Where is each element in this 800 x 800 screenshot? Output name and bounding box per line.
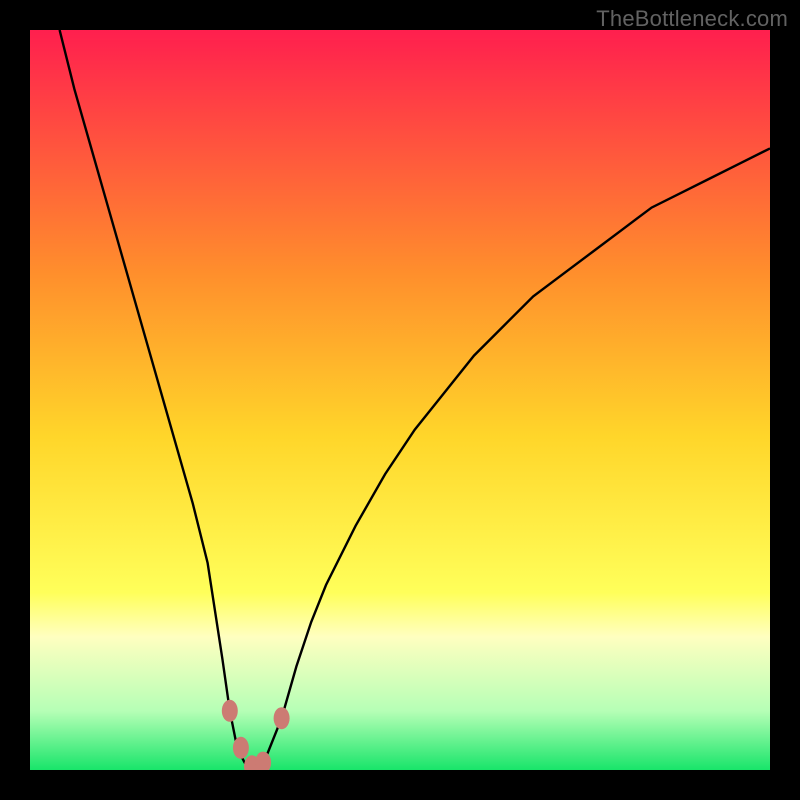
plot-area (30, 30, 770, 770)
gradient-background (30, 30, 770, 770)
chart-outer-frame: TheBottleneck.com (0, 0, 800, 800)
watermark-text: TheBottleneck.com (596, 6, 788, 32)
curve-marker (233, 737, 249, 759)
bottleneck-chart (30, 30, 770, 770)
curve-marker (274, 707, 290, 729)
curve-marker (222, 700, 238, 722)
